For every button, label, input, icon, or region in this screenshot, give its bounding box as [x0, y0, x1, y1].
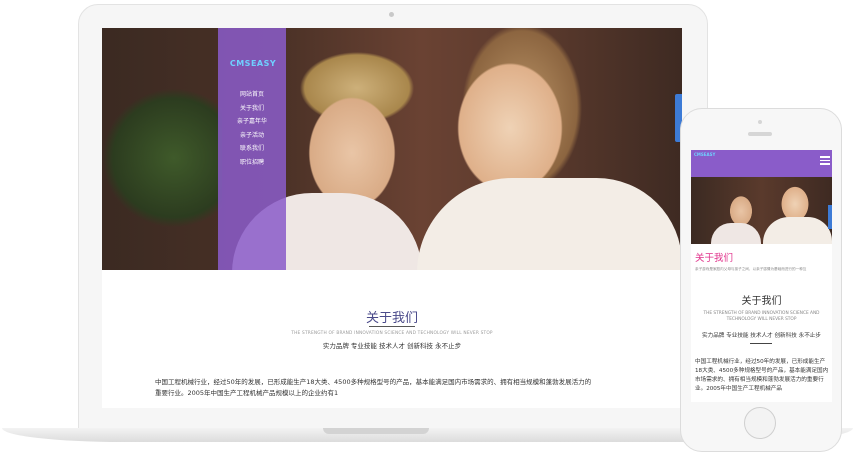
hero-banner	[102, 28, 682, 273]
site-logo[interactable]: CMSEASY	[222, 58, 284, 70]
mobile-about-subtitle: THE STRENGTH OF BRAND INNOVATION SCIENCE…	[703, 311, 820, 322]
about-tagline: 实力品牌 专业技能 技术人才 创新科技 永不止步	[322, 342, 462, 350]
mobile-about-body: 中国工程机械行业，经过50年的发展，已形成能生产18大类、4500多种规格型号的…	[695, 359, 829, 392]
phone-speaker	[748, 132, 772, 136]
phone-screen: CMSEASY 关于我们 亲子游戏是家庭内父母与孩子之间，以亲子感情为基础而进行…	[691, 150, 832, 402]
nav-item-jobs[interactable]: 职位招聘	[218, 156, 286, 170]
main-nav: 网站首页 关于我们 亲子嘉年华 亲子活动 联系我们 职位招聘	[218, 88, 286, 169]
mobile-title-divider	[750, 343, 772, 344]
laptop-notch	[323, 428, 429, 434]
phone-camera	[758, 120, 762, 124]
mobile-section-title: 关于我们	[695, 253, 734, 264]
nav-item-activities[interactable]: 亲子活动	[218, 129, 286, 143]
mobile-header: CMSEASY	[691, 150, 832, 177]
mobile-logo[interactable]: CMSEASY	[694, 152, 715, 157]
about-body: 中国工程机械行业，经过50年的发展，已形成能生产18大类、4500多种规格型号的…	[155, 378, 592, 397]
about-subtitle: THE STRENGTH OF BRAND INNOVATION SCIENCE…	[291, 331, 493, 336]
nav-item-contact[interactable]: 联系我们	[218, 142, 286, 156]
title-divider	[369, 326, 415, 327]
mobile-hero-person-left	[711, 223, 761, 244]
side-nav-panel: CMSEASY 网站首页 关于我们 亲子嘉年华 亲子活动 联系我们 职位招聘	[218, 28, 286, 270]
mobile-section-text: 亲子游戏是家庭内父母与孩子之间，以亲子感情为基础而进行的一种互	[695, 267, 807, 271]
hero-foliage	[102, 88, 222, 228]
laptop-camera	[389, 12, 394, 17]
mobile-hero-person-right	[763, 217, 832, 244]
mobile-hero-banner	[691, 177, 832, 244]
nav-item-home[interactable]: 网站首页	[218, 88, 286, 102]
about-section: 关于我们 THE STRENGTH OF BRAND INNOVATION SC…	[102, 270, 682, 408]
about-title: 关于我们	[365, 311, 418, 326]
nav-item-carnival[interactable]: 亲子嘉年华	[218, 115, 286, 129]
laptop-screen: CMSEASY 网站首页 关于我们 亲子嘉年华 亲子活动 联系我们 职位招聘 关…	[102, 28, 682, 408]
mobile-about-tagline: 实力品牌 专业技能 技术人才 创新科技 永不止步	[702, 333, 821, 339]
mobile-share-tab[interactable]	[828, 205, 832, 229]
nav-item-about[interactable]: 关于我们	[218, 102, 286, 116]
mobile-about-title: 关于我们	[741, 296, 782, 307]
hero-person-right	[417, 178, 682, 273]
hamburger-menu-icon[interactable]	[820, 156, 830, 166]
phone-home-button	[744, 407, 776, 439]
